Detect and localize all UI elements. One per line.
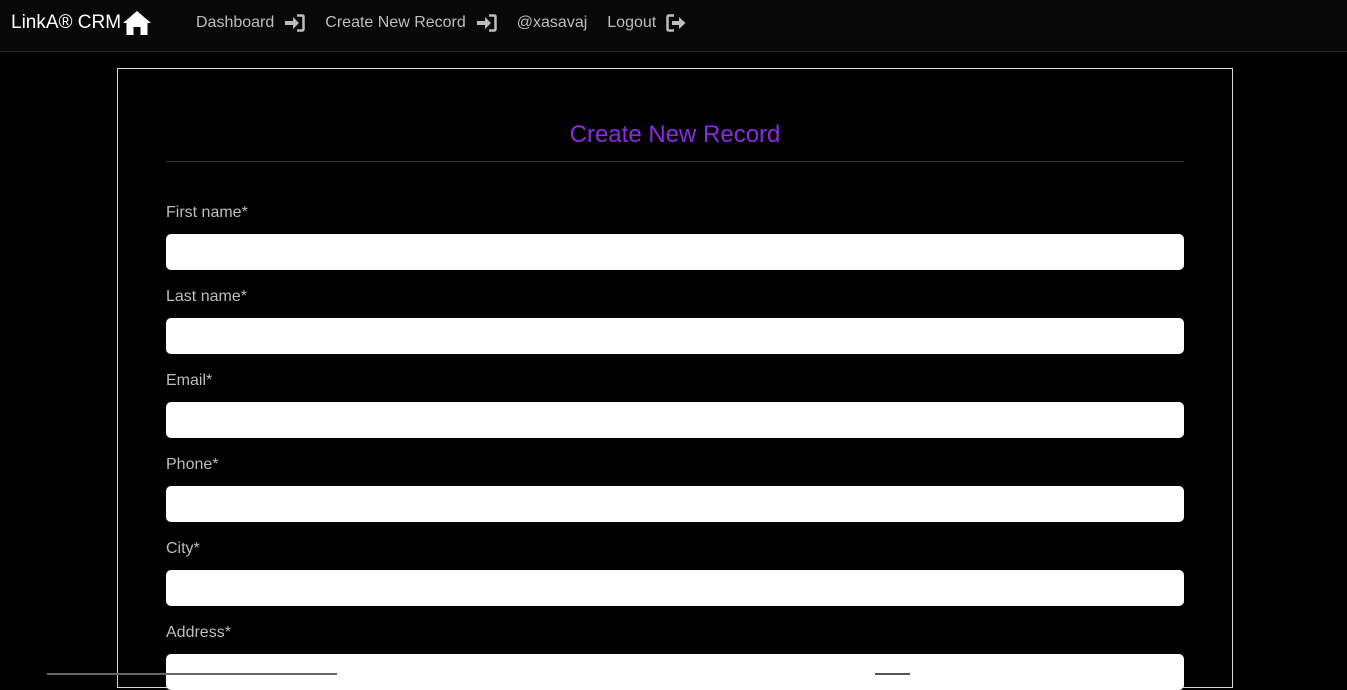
sign-in-icon (476, 14, 497, 32)
address-group: Address* (166, 623, 1184, 690)
brand-name: LinkA® CRM (11, 12, 122, 33)
last-name-label: Last name* (166, 288, 247, 305)
city-group: City* (166, 539, 1184, 606)
nav-logout-link[interactable]: Logout (607, 14, 687, 32)
nav-dashboard-label: Dashboard (196, 14, 275, 31)
nav-username-label: @xasavaj (516, 14, 588, 31)
city-label: City* (166, 540, 200, 557)
brand-link[interactable]: LinkA® CRM (11, 10, 152, 36)
last-name-input[interactable] (166, 318, 1184, 354)
page-title: Create New Record (569, 121, 781, 148)
first-name-input[interactable] (166, 234, 1184, 270)
phone-input[interactable] (166, 486, 1184, 522)
city-input[interactable] (166, 570, 1184, 606)
nav-username-link[interactable]: @xasavaj (517, 14, 588, 32)
nav-logout-label: Logout (607, 14, 657, 31)
address-label: Address* (166, 624, 231, 641)
nav-links: Dashboard Create New Record @xasavaj Log… (196, 12, 707, 34)
title-divider (166, 161, 1184, 162)
phone-label: Phone* (166, 456, 219, 473)
nav-create-record-link[interactable]: Create New Record (325, 14, 497, 32)
sign-in-icon (284, 14, 306, 32)
nav-dashboard-link[interactable]: Dashboard (196, 14, 306, 32)
home-icon (122, 10, 152, 36)
nav-create-record-label: Create New Record (325, 14, 466, 31)
first-name-label: First name* (166, 204, 248, 221)
sign-out-icon (666, 14, 687, 32)
address-input[interactable] (166, 654, 1184, 690)
email-input[interactable] (166, 402, 1184, 438)
last-name-group: Last name* (166, 287, 1184, 354)
top-navbar: LinkA® CRM Dashboard Create New Record @… (0, 0, 1347, 52)
create-record-card: Create New Record First name* Last name*… (117, 68, 1233, 690)
phone-group: Phone* (166, 455, 1184, 522)
email-label: Email* (166, 372, 213, 389)
email-group: Email* (166, 371, 1184, 438)
first-name-group: First name* (166, 203, 1184, 270)
